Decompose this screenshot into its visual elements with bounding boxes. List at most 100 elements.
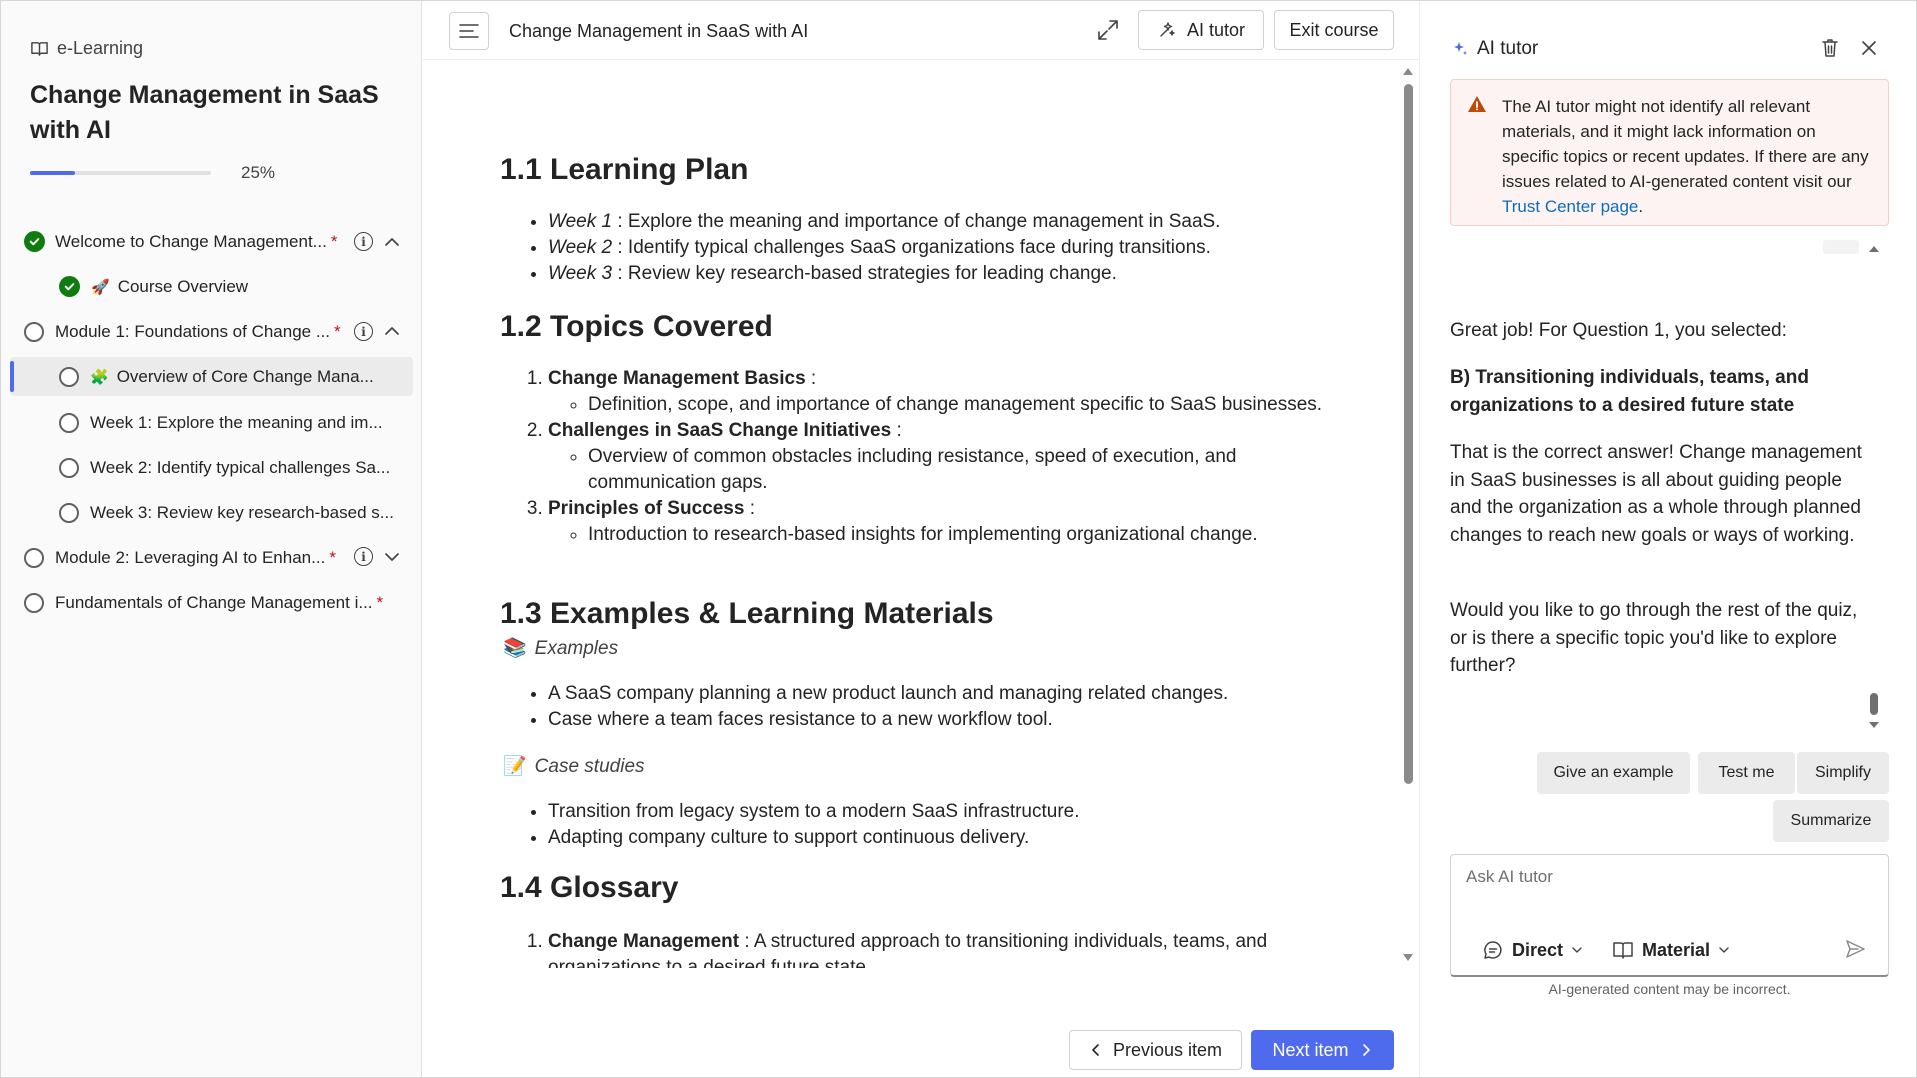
nav-item-fundamentals[interactable]: Fundamentals of Change Management i... * [24, 583, 404, 622]
list-item: Adapting company culture to support cont… [548, 825, 1340, 851]
exit-course-button[interactable]: Exit course [1274, 10, 1394, 50]
course-title: Change Management in SaaS with AI [30, 81, 379, 144]
nav-item-label: Overview of Core Change Mana... [116, 366, 374, 386]
ai-message-intro: Great job! For Question 1, you selected: [1450, 320, 1787, 341]
required-marker: * [376, 592, 384, 612]
section-heading-glossary: 1.4 Glossary [500, 871, 679, 904]
chevron-up-icon[interactable] [382, 232, 402, 252]
ai-tutor-button[interactable]: AI tutor [1138, 10, 1264, 50]
info-icon[interactable]: i [354, 322, 373, 341]
next-item-button[interactable]: Next item [1251, 1030, 1394, 1070]
warning-message: The AI tutor might not identify all rele… [1502, 97, 1869, 191]
clear-chat-button[interactable] [1816, 34, 1844, 62]
course-progress-bar [30, 171, 211, 175]
week-label: Week 1 [548, 211, 613, 232]
incomplete-circle-icon [24, 592, 44, 613]
book-icon [31, 42, 48, 56]
examples-label-text: Examples [534, 638, 619, 659]
list-item: Change Management Basics : Definition, s… [548, 366, 1340, 418]
list-item: Case where a team faces resistance to a … [548, 707, 1340, 733]
nav-item-overview-core-change[interactable]: 🧩 Overview of Core Change Mana... [59, 357, 399, 396]
send-icon [1846, 940, 1865, 958]
list-item: Week 2 : Identify typical challenges Saa… [548, 235, 1340, 261]
section-heading-examples: 1.3 Examples & Learning Materials [500, 597, 994, 630]
toggle-sidebar-button[interactable] [449, 12, 489, 50]
source-label: Material [1642, 939, 1711, 960]
list-item: Change Management : A structured approac… [548, 929, 1340, 968]
nav-item-week-1[interactable]: Week 1: Explore the meaning and im... [59, 403, 399, 442]
sub-list-item: Overview of common obstacles including r… [588, 444, 1340, 496]
menu-icon [459, 24, 479, 38]
content-scrollbar[interactable] [1401, 64, 1415, 966]
previous-item-button[interactable]: Previous item [1069, 1030, 1242, 1070]
selected-answer-text: B) Transitioning individuals, teams, and… [1450, 367, 1809, 416]
ai-tutor-button-label: AI tutor [1186, 19, 1246, 40]
chevron-down-icon[interactable] [382, 547, 402, 567]
response-mode-label: Direct [1512, 939, 1564, 960]
close-icon [1862, 41, 1876, 55]
chat-bubble-icon [1484, 941, 1502, 959]
nav-item-welcome[interactable]: Welcome to Change Management... * [24, 222, 344, 261]
brand: e-Learning [30, 38, 143, 59]
chevron-down-icon [1719, 947, 1729, 953]
next-item-label: Next item [1272, 1039, 1349, 1060]
nav-item-module-2[interactable]: Module 2: Leveraging AI to Enhan... * [24, 538, 344, 577]
examples-label: 📚 Examples [503, 636, 618, 660]
nav-item-course-overview[interactable]: 🚀 Course Overview [59, 267, 359, 306]
list-item-text: : Explore the meaning and importance of … [612, 211, 1221, 232]
course-progress-fill [30, 171, 76, 175]
nav-item-label: Module 1: Foundations of Change ... [55, 321, 331, 341]
scroll-up-arrow-icon[interactable] [1403, 68, 1413, 75]
nav-item-label: Week 3: Review key research-based s... [90, 502, 394, 522]
incomplete-circle-icon [59, 366, 79, 387]
week-label: Week 2 [548, 237, 613, 258]
give-example-chip[interactable]: Give an example [1537, 752, 1690, 794]
chat-scrollbar-thumb[interactable] [1870, 693, 1878, 715]
expand-icon[interactable] [1096, 18, 1120, 42]
trust-center-link[interactable]: Trust Center page [1502, 197, 1638, 216]
required-marker: * [330, 231, 338, 251]
scroll-up-arrow-icon[interactable] [1869, 246, 1879, 252]
send-button[interactable] [1841, 935, 1869, 963]
nav-item-week-2[interactable]: Week 2: Identify typical challenges Sa..… [59, 448, 399, 487]
response-mode-dropdown[interactable]: Direct [1482, 939, 1583, 961]
case-studies-label: 📝 Case studies [503, 754, 645, 778]
sparkle-icon [1454, 42, 1467, 55]
separator: : [805, 368, 817, 389]
test-me-chip[interactable]: Test me [1698, 752, 1795, 794]
chevron-up-icon[interactable] [382, 321, 402, 341]
learning-plan-list: Week 1 : Explore the meaning and importa… [500, 209, 1340, 287]
memo-icon: 📝 [503, 756, 527, 777]
page-title: Change Management in SaaS with AI [509, 21, 809, 41]
ai-disclaimer-banner: The AI tutor might not identify all rele… [1450, 79, 1889, 226]
nav-item-label: Week 2: Identify typical challenges Sa..… [90, 457, 391, 477]
info-icon[interactable]: i [354, 232, 373, 251]
close-panel-button[interactable] [1855, 34, 1883, 62]
separator: : [891, 420, 902, 441]
summarize-chip[interactable]: Summarize [1773, 800, 1889, 842]
required-marker: * [329, 547, 336, 567]
scroll-down-arrow-icon[interactable] [1403, 954, 1413, 961]
incomplete-circle-icon [24, 321, 44, 342]
nav-item-label: Module 2: Leveraging AI to Enhan... [55, 547, 326, 567]
incomplete-circle-icon [59, 412, 79, 433]
list-item: Principles of Success : Introduction to … [548, 496, 1340, 548]
section-heading-topics: 1.2 Topics Covered [500, 310, 773, 343]
lesson-content: 1.1 Learning Plan Week 1 : Explore the m… [500, 140, 1380, 968]
glossary-list: Change Management : A structured approac… [500, 929, 1340, 968]
list-item: Week 1 : Explore the meaning and importa… [548, 209, 1340, 235]
info-icon[interactable]: i [354, 547, 373, 566]
examples-list: A SaaS company planning a new product la… [500, 681, 1340, 733]
simplify-chip[interactable]: Simplify [1797, 752, 1889, 794]
scroll-down-arrow-icon[interactable] [1869, 722, 1879, 728]
course-progress-percent: 25% [241, 163, 276, 182]
completed-check-icon [24, 231, 45, 252]
nav-item-module-1[interactable]: Module 1: Foundations of Change ... * [24, 312, 344, 351]
list-item-text: : Identify typical challenges SaaS organ… [612, 237, 1211, 258]
completed-check-icon [59, 276, 80, 297]
source-dropdown[interactable]: Material [1612, 939, 1730, 961]
nav-item-week-3[interactable]: Week 3: Review key research-based s... [59, 493, 399, 532]
list-item: A SaaS company planning a new product la… [548, 681, 1340, 707]
scrollbar-thumb[interactable] [1404, 84, 1413, 784]
ai-message-selected-answer: B) Transitioning individuals, teams, and… [1450, 364, 1875, 419]
